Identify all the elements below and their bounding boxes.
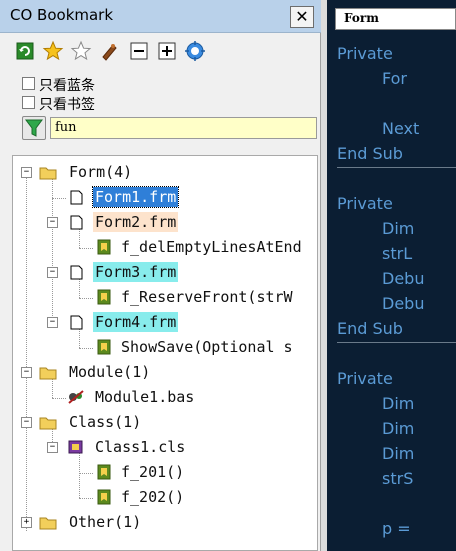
code-line: Debu (382, 294, 425, 313)
option-blue-bars-only[interactable]: 只看蓝条 (22, 75, 222, 94)
option-label: 只看蓝条 (39, 78, 95, 94)
code-line: Next (382, 119, 420, 138)
tree-label: f_202() (121, 488, 185, 506)
tree-label: Form1.frm (91, 186, 180, 208)
code-line: Dim (382, 219, 415, 238)
procedure-separator (337, 167, 456, 168)
bookmark-flag-icon (95, 239, 113, 255)
folder-icon (39, 164, 57, 180)
option-label: 只看书签 (39, 97, 95, 113)
code-line: p = (382, 519, 411, 538)
code-line: Private (337, 369, 393, 388)
app-window: CO Bookmark ✕ 只看蓝条 只看书签 fun − Form(4) Fo… (0, 0, 456, 551)
tree-label: f_201() (121, 463, 185, 481)
tree-label: Form(4) (69, 163, 133, 181)
procedure-separator (337, 342, 456, 343)
expand-icon[interactable] (156, 40, 178, 62)
code-line: strL (382, 244, 413, 263)
tree-label: Class1.cls (95, 438, 186, 456)
filter-icon (25, 119, 43, 137)
code-line: End Sub (337, 319, 403, 338)
folder-icon (39, 364, 57, 380)
tree-label: ShowSave(Optional s (121, 338, 293, 356)
code-line: End Sub (337, 144, 403, 163)
form-icon (67, 189, 85, 205)
tree-label: Class(1) (69, 413, 142, 431)
form-icon (67, 264, 85, 280)
collapse-toggle[interactable]: − (47, 267, 58, 278)
collapse-toggle[interactable]: − (21, 167, 32, 178)
tree-label: Form3.frm (93, 262, 179, 282)
close-button[interactable]: ✕ (290, 6, 314, 28)
refresh-icon[interactable] (14, 40, 36, 62)
collapse-toggle[interactable]: − (47, 317, 58, 328)
checkbox[interactable] (22, 96, 35, 109)
collapse-toggle[interactable]: − (21, 367, 32, 378)
tree-label: Module1.bas (95, 388, 195, 406)
tree-label: f_delEmptyLinesAtEnd (121, 238, 302, 256)
collapse-toggle[interactable]: − (47, 217, 58, 228)
bookmark-flag-icon (95, 289, 113, 305)
expand-toggle[interactable]: + (21, 517, 32, 528)
form-icon (67, 214, 85, 230)
tree-label: Form4.frm (93, 312, 179, 332)
code-line: strS (382, 469, 414, 488)
tree-label: Form2.frm (93, 212, 179, 232)
form-icon (67, 314, 85, 330)
bookmark-tree[interactable]: − Form(4) Form1.frm − Form2.frm f_delEmp… (12, 155, 318, 551)
code-line: Debu (382, 269, 425, 288)
bookmark-icon[interactable] (98, 40, 120, 62)
bookmark-flag-icon (95, 464, 113, 480)
collapse-toggle[interactable]: − (47, 442, 58, 453)
code-area[interactable]: Private For Next End Sub Private Dim str… (337, 34, 456, 551)
locate-icon[interactable] (184, 40, 206, 62)
folder-icon (39, 514, 57, 530)
star-outline-icon[interactable] (70, 40, 92, 62)
bookmark-flag-icon (95, 489, 113, 505)
code-line: Dim (382, 419, 415, 438)
module-icon (67, 389, 85, 405)
option-bookmarks-only[interactable]: 只看书签 (22, 94, 222, 113)
code-line: Dim (382, 444, 415, 463)
folder-icon (39, 414, 57, 430)
code-line: Dim (382, 394, 415, 413)
filter-button[interactable] (22, 116, 46, 140)
code-line: For (382, 69, 407, 88)
bookmark-flag-icon (95, 339, 113, 355)
tree-label: f_ReserveFront(strW (121, 288, 293, 306)
checkbox[interactable] (22, 77, 35, 90)
code-line: Private (337, 44, 393, 63)
collapse-icon[interactable] (128, 40, 150, 62)
tree-label: Module(1) (69, 363, 151, 381)
panel-titlebar: CO Bookmark ✕ (0, 0, 321, 33)
tree-label: Other(1) (69, 513, 142, 531)
toolbar (14, 40, 214, 64)
star-filled-icon[interactable] (42, 40, 64, 62)
class-icon (67, 439, 85, 455)
filter-input[interactable]: fun (50, 117, 317, 139)
collapse-toggle[interactable]: − (21, 417, 32, 428)
panel-title: CO Bookmark (10, 6, 114, 24)
code-line: Private (337, 194, 393, 213)
editor-object-dropdown[interactable]: Form (335, 8, 456, 30)
bookmark-panel: CO Bookmark ✕ 只看蓝条 只看书签 fun − Form(4) Fo… (0, 0, 321, 551)
